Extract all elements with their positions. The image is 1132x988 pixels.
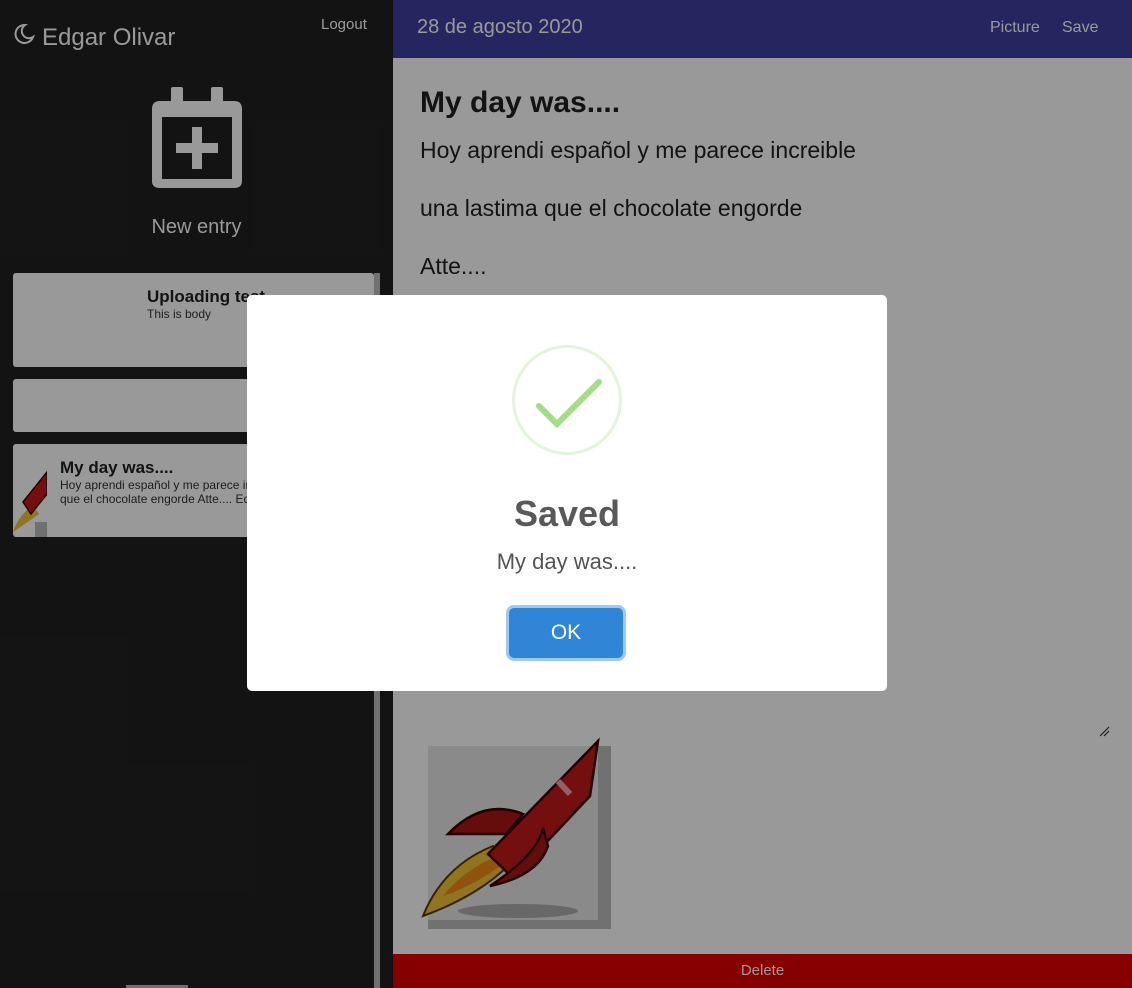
ok-button[interactable]: OK: [509, 608, 623, 658]
saved-dialog: Saved My day was.... OK: [247, 295, 887, 691]
dialog-message: My day was....: [496, 549, 638, 574]
dialog-title: Saved: [513, 493, 621, 534]
success-check-icon: [512, 345, 622, 455]
